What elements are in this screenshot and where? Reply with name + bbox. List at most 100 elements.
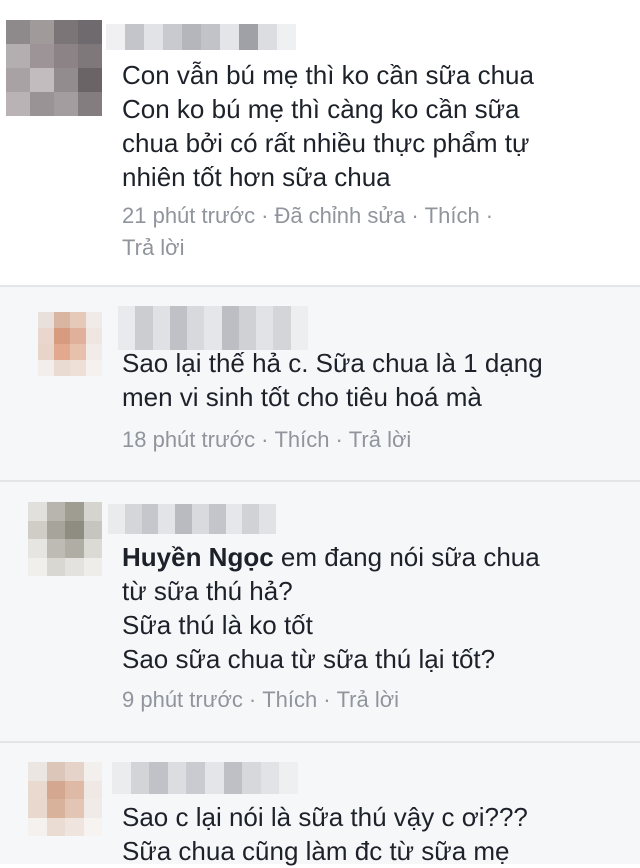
name-pixel: [108, 504, 125, 534]
avatar-pixel: [78, 92, 102, 116]
separator: ·: [261, 203, 269, 228]
avatar-pixel: [65, 520, 84, 539]
name-pixel: [277, 24, 296, 50]
avatar[interactable]: [28, 762, 102, 836]
avatar-pixel: [86, 312, 102, 328]
separator: ·: [248, 687, 257, 712]
avatar-pixel: [46, 557, 65, 576]
avatar-pixel: [54, 20, 78, 44]
comment-line: Sữa chua cũng làm đc từ sữa mẹ: [122, 836, 510, 866]
name-pixel: [152, 306, 170, 350]
name-pixel: [242, 504, 260, 534]
name-pixel: [187, 306, 205, 350]
timestamp[interactable]: 21 phút trước: [122, 203, 255, 228]
comment-line: Sao sữa chua từ sữa thú lại tốt?: [122, 644, 496, 674]
name-pixel: [186, 762, 205, 794]
avatar-pixel: [54, 312, 70, 328]
avatar-pixel: [30, 68, 54, 92]
comment-line: Sao lại thế hả c. Sữa chua là 1 dạng: [122, 348, 543, 378]
name-pixel: [225, 504, 243, 534]
avatar-pixel: [6, 92, 30, 116]
author-name-blurred[interactable]: [106, 24, 296, 50]
comment-line: nhiên tốt hơn sữa chua: [122, 162, 391, 192]
author-name-blurred[interactable]: [112, 762, 298, 794]
separator: ·: [323, 687, 331, 712]
name-pixel: [205, 762, 224, 794]
comment-divider: [0, 741, 640, 743]
comment-line: từ sữa thú hả?: [122, 576, 293, 606]
separator: ·: [261, 427, 269, 452]
separator: ·: [411, 203, 419, 228]
avatar[interactable]: [38, 312, 102, 376]
name-pixel: [208, 504, 226, 534]
comment-line: chua bởi có rất nhiều thực phẩm tự: [122, 128, 530, 158]
avatar-pixel: [6, 44, 30, 68]
author-name-blurred[interactable]: [108, 504, 276, 534]
avatar-pixel: [70, 312, 86, 328]
name-pixel: [163, 24, 182, 50]
timestamp[interactable]: 9 phút trước: [122, 687, 243, 712]
avatar-pixel: [78, 68, 102, 92]
name-pixel: [204, 306, 222, 350]
avatar-pixel: [46, 539, 65, 558]
avatar-pixel: [28, 557, 47, 576]
mention-link[interactable]: Huyền Ngọc: [122, 542, 274, 572]
avatar-pixel: [30, 92, 54, 116]
avatar-pixel: [54, 344, 70, 360]
name-pixel: [158, 504, 176, 534]
avatar-pixel: [65, 502, 84, 521]
avatar-pixel: [46, 762, 65, 781]
comment-line: Con ko bú mẹ thì càng ko cần sữa: [122, 94, 520, 124]
like-link[interactable]: Thích: [425, 203, 480, 228]
avatar-pixel: [28, 817, 47, 836]
name-pixel: [242, 762, 261, 794]
name-pixel: [259, 504, 276, 534]
name-pixel: [279, 762, 298, 794]
avatar-pixel: [46, 780, 65, 799]
name-pixel: [260, 762, 280, 794]
name-pixel: [112, 762, 131, 794]
avatar-pixel: [65, 557, 84, 576]
reply-link[interactable]: Trả lời: [337, 687, 400, 712]
name-pixel: [167, 762, 187, 794]
like-link[interactable]: Thích: [274, 427, 329, 452]
avatar[interactable]: [28, 502, 102, 576]
like-link[interactable]: Thích: [262, 687, 317, 712]
timestamp[interactable]: 18 phút trước: [122, 427, 255, 452]
edited-label[interactable]: Đã chỉnh sửa: [274, 203, 405, 228]
comment-text: Con vẫn bú mẹ thì ko cần sữa chua Con ko…: [122, 58, 534, 194]
name-pixel: [290, 306, 308, 350]
avatar-pixel: [54, 328, 70, 344]
name-pixel: [258, 24, 277, 50]
separator: ·: [485, 203, 494, 228]
avatar-pixel: [70, 344, 86, 360]
author-name-blurred[interactable]: [118, 306, 308, 350]
reply-link[interactable]: Trả lời: [349, 427, 412, 452]
avatar[interactable]: [6, 20, 102, 116]
separator: ·: [335, 427, 343, 452]
avatar-pixel: [65, 780, 84, 799]
name-pixel: [223, 762, 243, 794]
name-pixel: [135, 306, 153, 350]
comment-text: Sao c lại nói là sữa thú vậy c ơi??? Sữa…: [122, 800, 528, 868]
name-pixel: [141, 504, 159, 534]
avatar-pixel: [54, 44, 78, 68]
reply-link[interactable]: Trả lời: [122, 235, 185, 260]
comment-text: Huyền Ngọc em đang nói sữa chua từ sữa t…: [122, 540, 540, 676]
name-pixel: [124, 504, 142, 534]
comment-line: em đang nói sữa chua: [273, 542, 540, 572]
comment-meta: 18 phút trước · Thích · Trả lời: [122, 424, 411, 456]
avatar-pixel: [54, 68, 78, 92]
avatar-pixel: [6, 68, 30, 92]
avatar-pixel: [70, 360, 86, 376]
comment-line: Sữa thú là ko tốt: [122, 610, 313, 640]
avatar-pixel: [28, 539, 47, 558]
name-pixel: [201, 24, 220, 50]
comment-text: Sao lại thế hả c. Sữa chua là 1 dạng men…: [122, 346, 543, 414]
name-pixel: [182, 24, 201, 50]
avatar-pixel: [83, 817, 102, 836]
avatar-pixel: [65, 817, 84, 836]
comment-meta: 21 phút trước · Đã chỉnh sửa · Thích · Trả lờ…: [122, 200, 499, 264]
avatar-pixel: [78, 20, 102, 44]
avatar-pixel: [46, 502, 65, 521]
